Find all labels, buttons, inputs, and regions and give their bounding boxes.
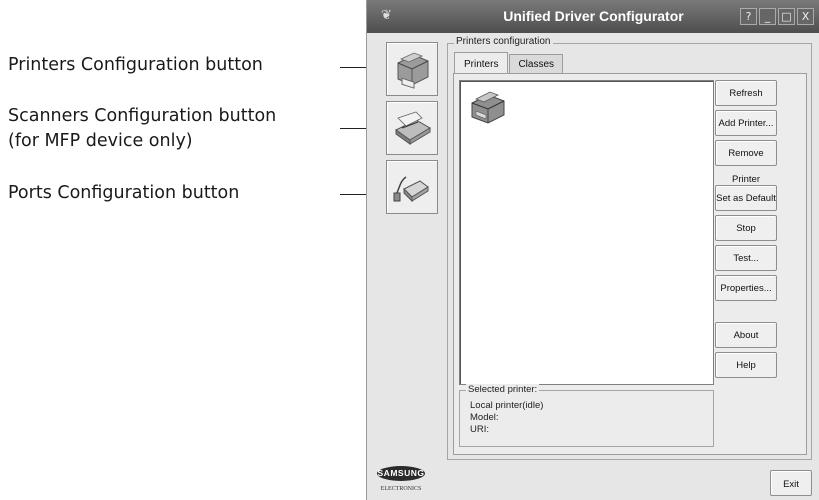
printers-config-button[interactable] <box>386 42 438 96</box>
unified-driver-configurator-window: ❦ Unified Driver Configurator ? _ □ X Pr… <box>366 0 819 500</box>
annotation-scanners-config-line2: (for MFP device only) <box>8 131 193 151</box>
set-as-default-button[interactable]: Set as Default <box>715 185 777 211</box>
electronics-label: ELECTRONICS <box>380 486 422 492</box>
tab-printers[interactable]: Printers <box>454 52 509 75</box>
selected-printer-model: Model: <box>470 412 499 423</box>
about-button[interactable]: About <box>715 322 777 348</box>
scanner-icon <box>395 111 431 145</box>
group-title: Printers configuration <box>454 36 553 47</box>
selected-printer-status: Local printer(idle) <box>470 400 544 411</box>
printer-icon <box>397 52 429 89</box>
stop-button[interactable]: Stop <box>715 215 777 241</box>
selected-printer-uri: URI: <box>470 424 489 435</box>
annotation-ports-config: Ports Configuration button <box>8 183 240 203</box>
maximize-window-button[interactable]: □ <box>778 8 795 25</box>
add-printer-button[interactable]: Add Printer... <box>715 110 777 136</box>
printer-icon <box>471 91 505 124</box>
port-icon <box>393 176 429 203</box>
refresh-button[interactable]: Refresh <box>715 80 777 106</box>
tab-classes[interactable]: Classes <box>509 54 564 74</box>
annotation-printers-config: Printers Configuration button <box>8 55 263 75</box>
ports-config-button[interactable] <box>386 160 438 214</box>
minimize-window-button[interactable]: _ <box>759 8 776 25</box>
tab-bar: Printers Classes <box>454 52 564 75</box>
exit-button[interactable]: Exit <box>770 470 812 496</box>
remove-printer-button[interactable]: Remove Printer <box>715 140 777 185</box>
printer-list-item[interactable] <box>468 87 508 127</box>
help-button[interactable]: Help <box>715 352 777 378</box>
window-controls: ? _ □ X <box>740 8 814 25</box>
test-button[interactable]: Test... <box>715 245 777 271</box>
scanners-config-button[interactable] <box>386 101 438 155</box>
selected-printer-title: Selected printer: <box>466 384 540 395</box>
properties-button[interactable]: Properties... <box>715 275 777 301</box>
close-window-button[interactable]: X <box>797 8 814 25</box>
help-window-button[interactable]: ? <box>740 8 757 25</box>
annotation-scanners-config-line1: Scanners Configuration button <box>8 106 277 126</box>
selected-printer-group: Selected printer: Local printer(idle) Mo… <box>459 384 714 447</box>
title-bar: ❦ Unified Driver Configurator ? _ □ X <box>367 0 819 33</box>
printer-list[interactable] <box>459 80 714 385</box>
samsung-logo: SAMSUNG <box>377 466 425 481</box>
